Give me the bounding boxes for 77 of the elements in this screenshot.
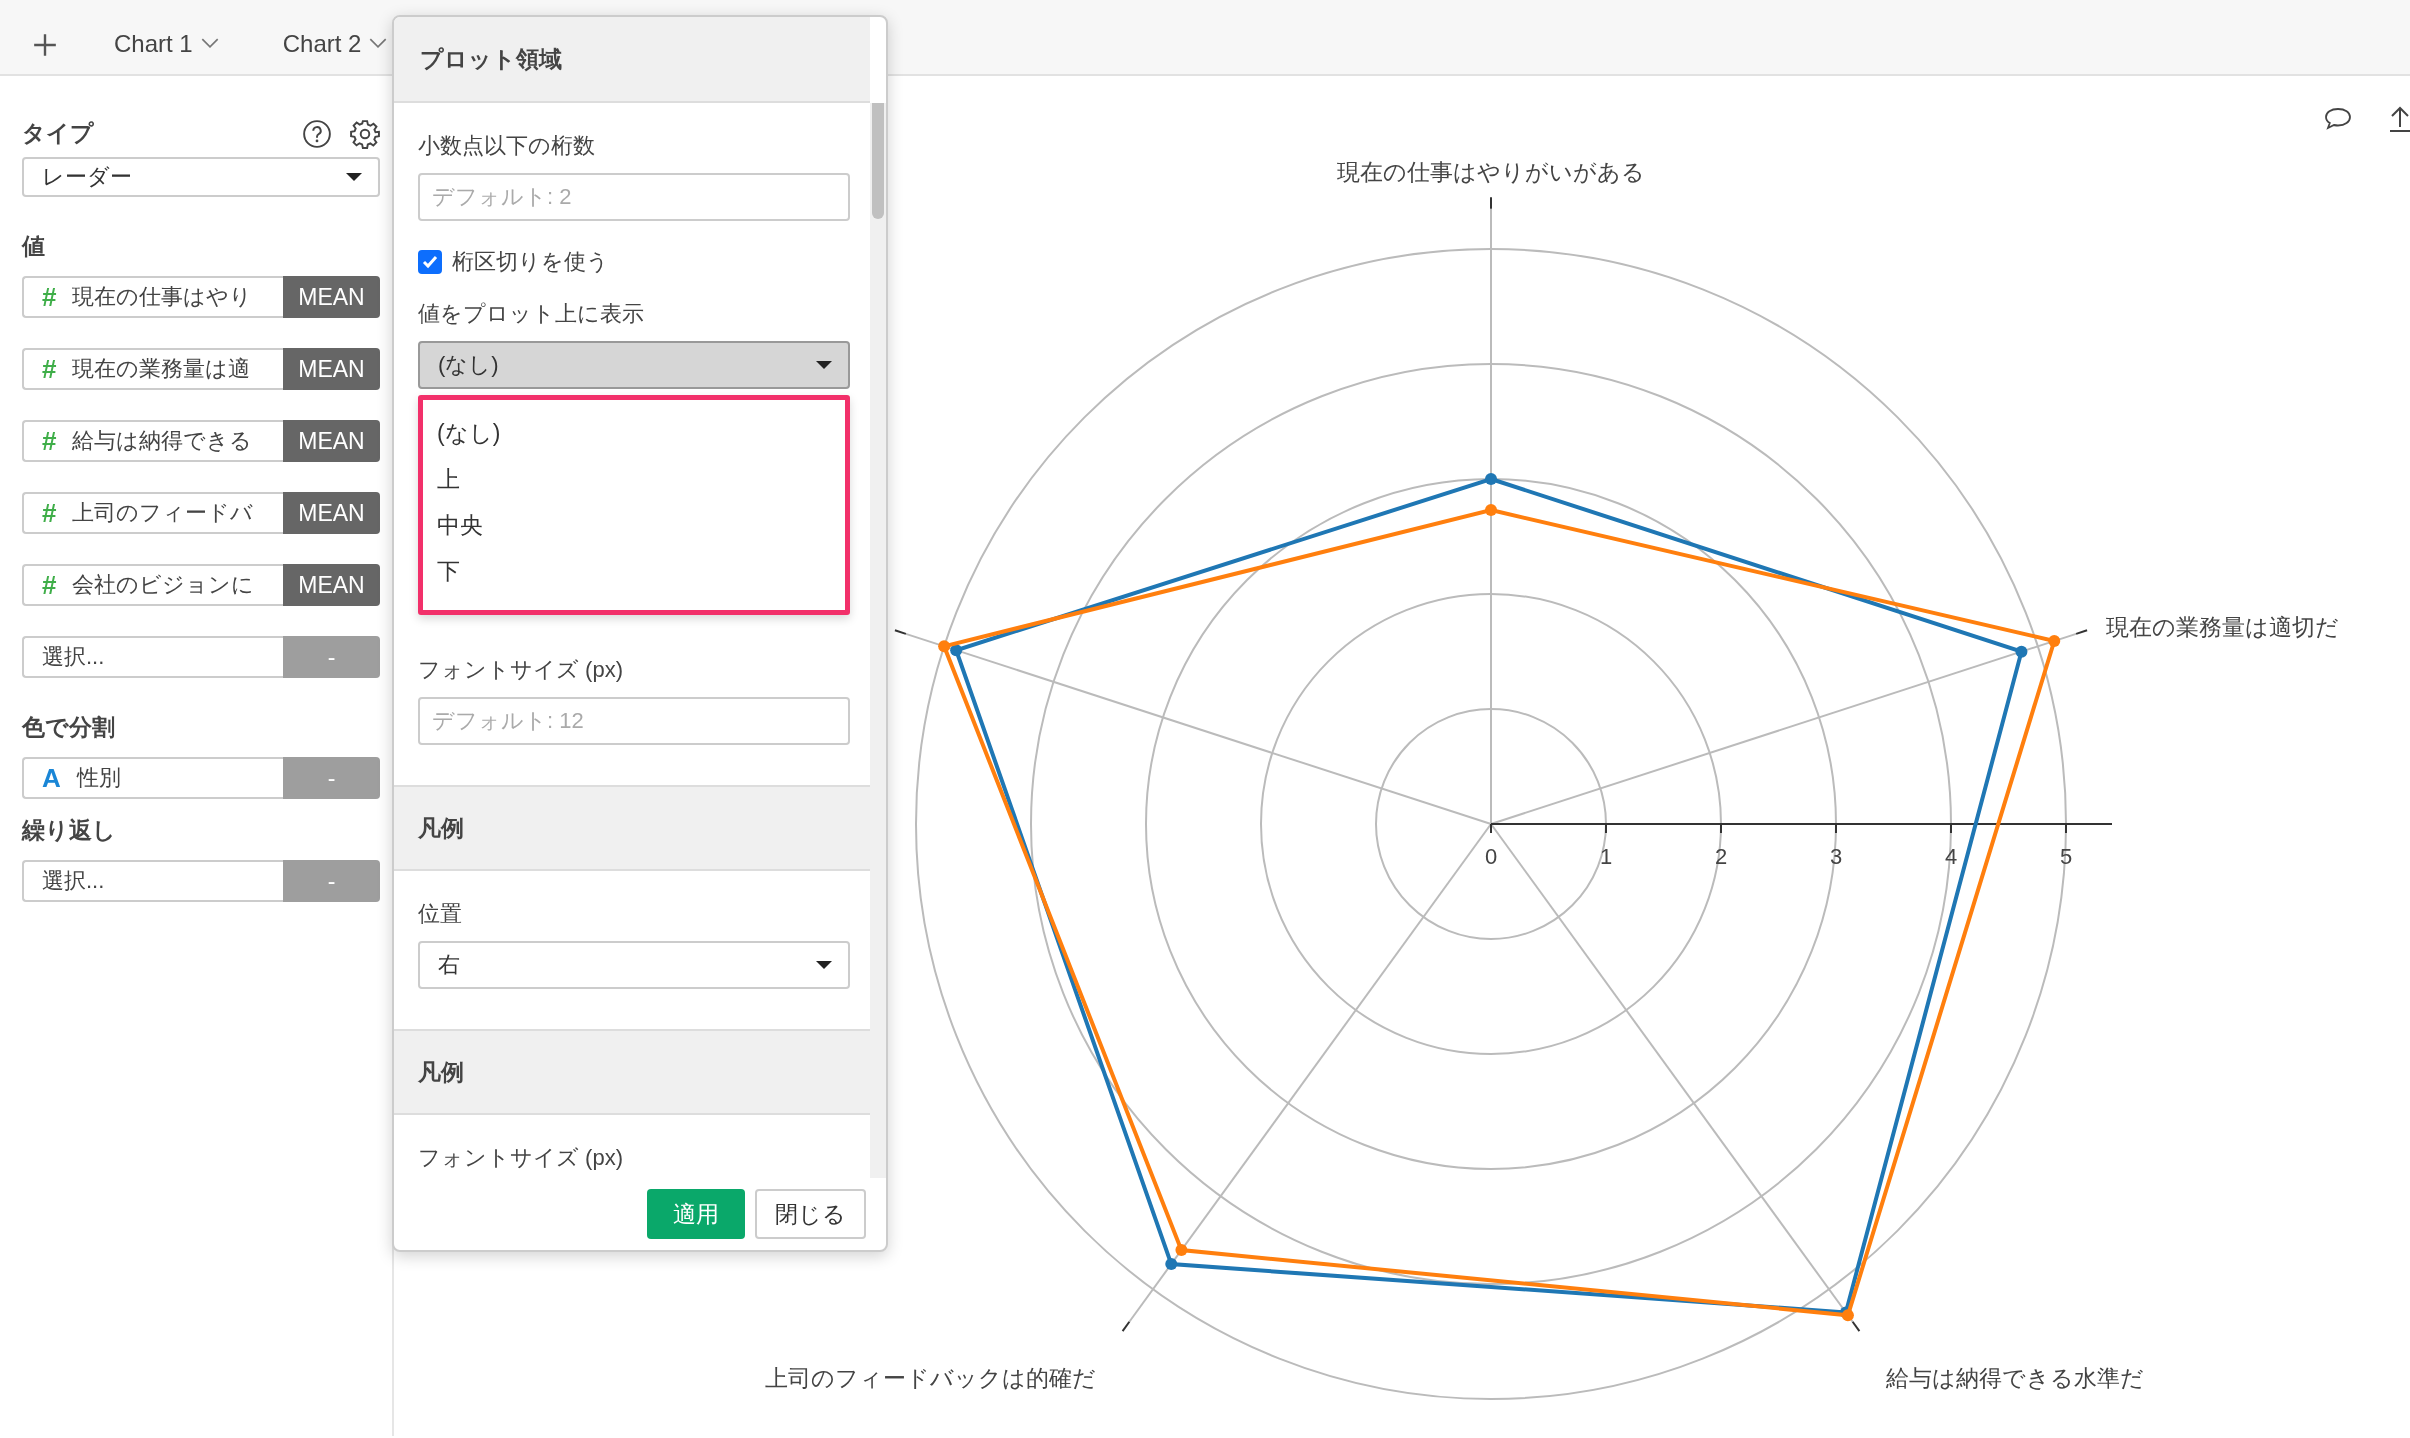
close-button[interactable]: 閉じる xyxy=(755,1189,866,1239)
field-label: 小数点以下の桁数 xyxy=(418,132,596,160)
field-name: 性別 xyxy=(76,764,121,792)
axis-label: 現在の業務量は適切だ xyxy=(2106,613,2339,640)
field-pill[interactable]: # 上司のフィードバ xyxy=(22,492,283,534)
field-label: フォントサイズ (px) xyxy=(418,656,624,684)
field-pill[interactable]: 選択... xyxy=(22,636,283,678)
data-point xyxy=(2015,645,2028,658)
aggregate-button[interactable]: MEAN xyxy=(283,348,380,390)
field-name: 選択... xyxy=(42,643,105,671)
section-header: 凡例 xyxy=(418,813,464,843)
section-title: 繰り返し xyxy=(22,816,117,845)
settings-icon[interactable] xyxy=(350,118,380,149)
axis-tick-label: 1 xyxy=(1599,844,1613,869)
field-type-icon: # xyxy=(42,353,57,385)
dropdown-option[interactable]: 下 xyxy=(423,548,845,594)
chart-tab[interactable]: Chart 2 xyxy=(276,21,394,69)
field-pill[interactable]: # 現在の業務量は適 xyxy=(22,348,283,390)
decimals-input[interactable]: デフォルト: 2 xyxy=(418,173,850,221)
field-label: フォントサイズ (px) xyxy=(418,1144,624,1172)
axis-tick-label: 4 xyxy=(1944,844,1958,869)
field-type-icon: # xyxy=(42,281,57,313)
data-point xyxy=(938,640,951,653)
help-icon[interactable] xyxy=(302,118,332,149)
field-type-icon: # xyxy=(42,497,57,529)
section-title: タイプ xyxy=(22,119,94,148)
field-name: 会社のビジョンに xyxy=(72,571,255,599)
data-point xyxy=(1485,473,1497,485)
aggregate-button[interactable]: MEAN xyxy=(283,276,380,318)
position-select[interactable]: 右 xyxy=(418,941,850,989)
aggregate-button[interactable]: MEAN xyxy=(283,492,380,534)
field-type-icon: # xyxy=(42,569,57,601)
section-title: 色で分割 xyxy=(22,713,116,742)
chevron-down-icon[interactable] xyxy=(200,38,219,49)
field-type-icon: A xyxy=(42,762,61,794)
field-name: 現在の仕事はやり xyxy=(72,283,253,311)
aggregate-button[interactable]: MEAN xyxy=(283,420,380,462)
axis-tick-label: 3 xyxy=(1829,844,1843,869)
section-title: 値 xyxy=(22,232,46,261)
axis-label: 上司のフィードバックは的確だ xyxy=(765,1365,1097,1392)
font-size-input[interactable]: デフォルト: 12 xyxy=(418,697,850,745)
dropdown-option[interactable]: 上 xyxy=(423,456,845,502)
checkbox[interactable] xyxy=(418,250,442,274)
dropdown-option[interactable]: (なし) xyxy=(423,410,845,456)
axis-tick-label: 5 xyxy=(2059,844,2073,869)
axis-label: 現在の仕事はやりがいがある xyxy=(1337,161,1645,185)
field-name: 給与は納得できる xyxy=(72,427,253,455)
section-header: 凡例 xyxy=(418,1057,464,1087)
field-pill[interactable]: # 会社のビジョンに xyxy=(22,564,283,606)
field-pill[interactable]: A 性別 xyxy=(22,757,283,799)
field-type-icon: # xyxy=(42,425,57,457)
field-name: 現在の業務量は適 xyxy=(72,355,251,383)
data-point xyxy=(1165,1258,1178,1271)
scrollbar[interactable] xyxy=(870,103,886,1178)
field-label: 位置 xyxy=(418,900,463,928)
chart-type-select[interactable]: レーダー xyxy=(22,157,380,197)
plus-icon[interactable] xyxy=(32,32,58,58)
field-name: 選択... xyxy=(42,867,105,895)
axis-label: 給与は納得できる水準だ xyxy=(1885,1365,2144,1392)
chevron-down-icon[interactable] xyxy=(369,38,388,49)
data-point xyxy=(1175,1244,1188,1257)
dropdown-option[interactable]: 中央 xyxy=(423,502,845,548)
chart-tab[interactable]: Chart 1 xyxy=(108,21,225,69)
data-point xyxy=(950,644,963,657)
popup-title: プロット領域 xyxy=(420,44,562,74)
data-point xyxy=(2048,635,2061,647)
field-pill[interactable]: # 給与は納得できる xyxy=(22,420,283,462)
axis-tick-label: 0 xyxy=(1484,844,1498,869)
aggregate-button[interactable]: MEAN xyxy=(283,564,380,606)
field-pill[interactable]: # 現在の仕事はやり xyxy=(22,276,283,318)
checkbox-label: 桁区切りを使う xyxy=(452,248,609,276)
data-point xyxy=(1485,504,1497,517)
field-pill[interactable]: 選択... xyxy=(22,860,283,902)
show-values-select[interactable]: (なし) xyxy=(418,341,850,389)
axis-tick-label: 2 xyxy=(1714,844,1728,869)
field-name: 上司のフィードバ xyxy=(72,499,254,527)
field-label: 値をプロット上に表示 xyxy=(418,300,645,328)
